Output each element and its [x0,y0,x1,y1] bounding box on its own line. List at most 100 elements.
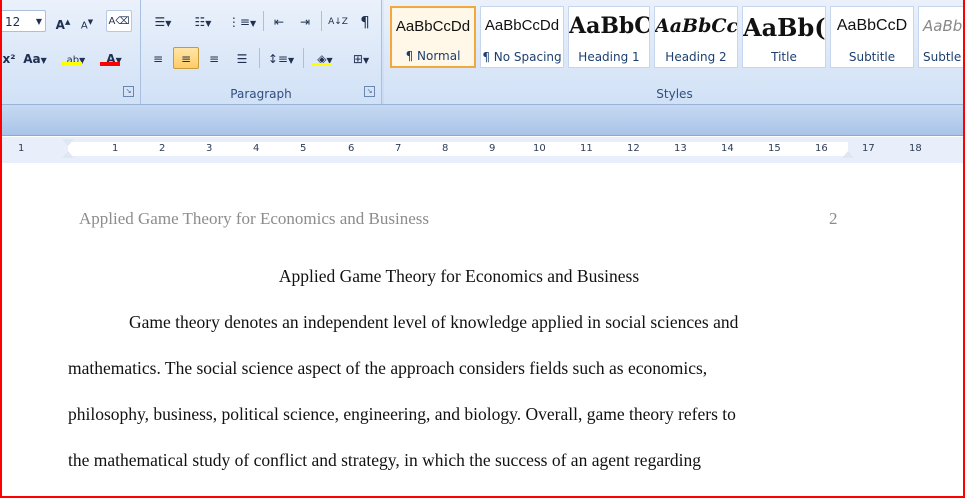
superscript-icon: x² [2,52,16,66]
align-left-button[interactable]: ≡ [145,47,171,69]
font-color-button[interactable]: A▼ [96,47,132,69]
style-subtitle-name: Subtitle [848,50,896,64]
separator [259,48,260,68]
style-heading-2-preview: AaBbCc [655,15,738,37]
style-subtitle-preview: AaBbCcD [836,17,908,34]
font-color-swatch [100,62,120,66]
style-subtitle[interactable]: AaBbCcD Subtitle [830,6,914,68]
line-spacing-button[interactable]: ↕≡▼ [263,47,299,69]
grow-font-icon: A [55,18,65,32]
ruler-tick-label: 16 [815,143,828,154]
pilcrow-icon: ¶ [360,13,370,31]
ribbon: 12 ▼ A▲ A▼ A⌫ x² Aa▼ ab▼ A▼ ↘ ☰▼ ☷▼ ⋮≡▼ … [0,0,965,105]
increase-indent-button[interactable]: ⇥ [293,10,317,32]
style-no-spacing[interactable]: AaBbCcDd ¶ No Spacing [480,6,564,68]
shrink-font-button[interactable]: A▼ [76,10,98,32]
chevron-down-icon: ▼ [35,17,42,26]
first-line-indent-marker[interactable] [62,139,74,146]
multilevel-list-button[interactable]: ⋮≡▼ [225,10,259,32]
superscript-button[interactable]: x² [0,47,18,69]
ruler-tick-label: 18 [909,143,922,154]
ruler-tick-label: 11 [580,143,593,154]
borders-icon: ⊞ [352,52,363,66]
style-subtle-preview: AaBb [923,17,963,35]
ruler-tick-label: 10 [533,143,546,154]
horizontal-ruler[interactable]: 1 1 2 3 4 5 6 7 8 9 10 11 12 13 14 15 16… [0,136,965,164]
sort-icon: A↓Z [328,17,348,27]
clear-formatting-button[interactable]: A⌫ [106,10,132,32]
ribbon-bottom-band [0,105,965,136]
increase-indent-icon: ⇥ [299,15,311,29]
styles-group: AaBbCcDd ¶ Normal AaBbCcDd ¶ No Spacing … [384,0,965,104]
bullets-icon: ☰ [154,15,166,29]
style-heading-1[interactable]: AaBbC Heading 1 [568,6,650,68]
body-line[interactable]: philosophy, business, political science,… [68,404,736,425]
shading-swatch [311,63,331,66]
style-title-name: Title [771,50,797,64]
bullets-button[interactable]: ☰▼ [145,10,181,32]
ruler-tick-label: 17 [862,143,875,154]
align-center-icon: ≡ [180,52,192,66]
justify-button[interactable]: ☰ [229,47,255,69]
separator [263,11,264,31]
ruler-tick-label: 4 [253,143,260,154]
style-subtle[interactable]: AaBb Subtle [918,6,965,68]
shading-button[interactable]: ◈▼ [307,47,343,69]
numbering-button[interactable]: ☷▼ [185,10,221,32]
change-case-icon: Aa [23,52,41,66]
decrease-indent-button[interactable]: ⇤ [267,10,291,32]
font-size-dropdown[interactable]: 12 ▼ [0,10,46,32]
ruler-tick-label: 9 [489,143,496,154]
numbering-icon: ☷ [194,15,206,29]
align-center-button[interactable]: ≡ [173,47,199,69]
font-size-value: 12 [5,15,21,29]
body-line[interactable]: the mathematical study of conflict and s… [68,450,701,471]
line-spacing-icon: ↕≡ [267,52,288,66]
ruler-tick-label: 1 [112,143,119,154]
ruler-tick-label: 2 [159,143,166,154]
align-left-icon: ≡ [152,52,164,66]
style-title[interactable]: AaBb( Title [742,6,826,68]
style-subtle-name: Subtle [923,50,962,64]
paragraph-dialog-launcher[interactable]: ↘ [364,86,375,97]
running-header: Applied Game Theory for Economics and Bu… [79,209,430,228]
paragraph-group: ☰▼ ☷▼ ⋮≡▼ ⇤ ⇥ A↓Z ¶ ≡ ≡ ≡ ☰ ↕≡▼ ◈▼ ⊞▼ Pa… [141,0,382,104]
style-normal-name: ¶ Normal [405,49,461,63]
highlight-color-button[interactable]: ab▼ [58,47,94,69]
font-group: 12 ▼ A▲ A▼ A⌫ x² Aa▼ ab▼ A▼ ↘ [0,0,141,104]
paragraph-group-label: Paragraph [230,87,292,101]
body-line[interactable]: mathematics. The social science aspect o… [68,358,707,379]
ruler-tick-label: 5 [300,143,307,154]
ruler-tick-label: 1 [18,143,25,154]
show-hide-button[interactable]: ¶ [353,10,377,32]
sort-button[interactable]: A↓Z [325,10,351,32]
borders-button[interactable]: ⊞▼ [345,47,377,69]
change-case-button[interactable]: Aa▼ [20,47,50,69]
body-line[interactable]: Game theory denotes an independent level… [129,312,738,333]
clear-formatting-icon: A⌫ [108,16,130,27]
style-heading-2-name: Heading 2 [665,50,727,64]
style-heading-2[interactable]: AaBbCc Heading 2 [654,6,738,68]
style-normal-preview: AaBbCcDd [395,18,471,35]
font-dialog-launcher[interactable]: ↘ [123,86,134,97]
grow-font-button[interactable]: A▲ [52,10,74,32]
align-right-button[interactable]: ≡ [201,47,227,69]
decrease-indent-icon: ⇤ [273,15,285,29]
ruler-tick-label: 3 [206,143,213,154]
document-page[interactable]: Applied Game Theory for Economics and Bu… [0,163,965,498]
shrink-font-icon: A [80,20,88,32]
style-heading-1-preview: AaBbC [569,13,650,39]
document-title[interactable]: Applied Game Theory for Economics and Bu… [0,266,918,287]
right-indent-marker[interactable] [842,151,854,158]
highlight-swatch [62,62,82,66]
justify-icon: ☰ [236,52,248,66]
page-number: 2 [829,209,838,228]
style-no-spacing-preview: AaBbCcDd [484,17,560,34]
left-indent-marker[interactable] [62,151,74,158]
style-normal[interactable]: AaBbCcDd ¶ Normal [390,6,476,68]
separator [303,48,304,68]
multilevel-list-icon: ⋮≡ [227,15,250,29]
separator [321,11,322,31]
ruler-tick-label: 12 [627,143,640,154]
style-no-spacing-name: ¶ No Spacing [482,50,562,64]
